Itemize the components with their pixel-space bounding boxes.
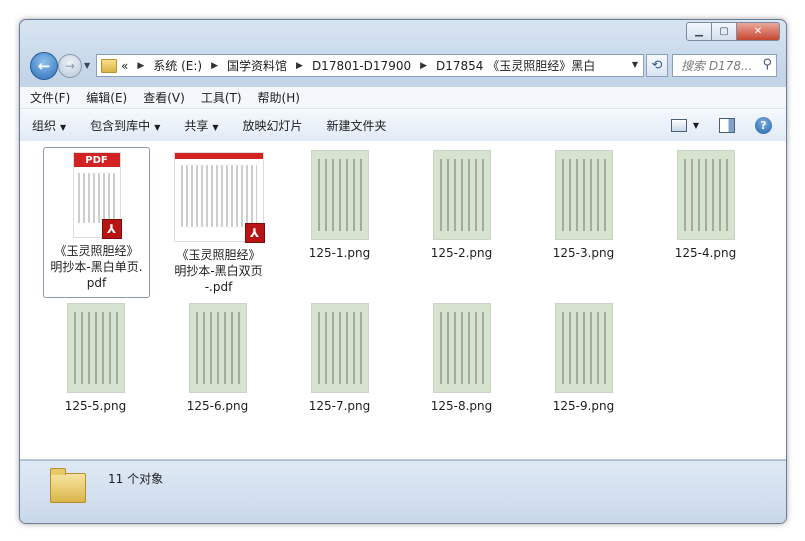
image-thumbnail xyxy=(554,303,613,393)
file-item-png[interactable]: 125-4.png xyxy=(653,150,758,261)
image-thumbnail xyxy=(310,150,369,240)
details-pane: 11 个对象 xyxy=(20,460,786,523)
chevron-down-icon: ▼ xyxy=(154,122,161,132)
chevron-right-icon[interactable]: ▶ xyxy=(211,61,218,71)
search-box[interactable]: 搜索 D178... ⚲ xyxy=(672,54,777,77)
file-item-pdf-single[interactable]: PDF ⅄ 《玉灵照胆经》 明抄本-黑白单页. pdf xyxy=(43,147,150,298)
file-name: 125-1.png xyxy=(308,246,371,260)
help-icon[interactable]: ? xyxy=(755,116,772,134)
maximize-button[interactable]: ▢ xyxy=(712,22,737,41)
image-thumbnail xyxy=(188,303,247,393)
address-bar[interactable]: « ▶ 系统 (E:) ▶ 国学资料馆 ▶ D17801-D17900 ▶ D1… xyxy=(96,54,644,77)
view-dropdown-icon[interactable]: ▼ xyxy=(693,121,699,130)
file-list[interactable]: PDF ⅄ 《玉灵照胆经》 明抄本-黑白单页. pdf ⅄ 《玉灵照胆经》 明抄… xyxy=(20,141,786,459)
image-thumbnail xyxy=(66,303,125,393)
chevron-right-icon[interactable]: ▶ xyxy=(296,61,303,71)
back-button[interactable]: ← xyxy=(30,52,58,80)
folder-icon xyxy=(101,58,117,73)
change-view-icon[interactable] xyxy=(670,118,687,132)
menu-edit[interactable]: 编辑(E) xyxy=(86,89,127,106)
file-name: 125-5.png xyxy=(64,399,127,413)
file-item-png[interactable]: 125-5.png xyxy=(43,303,148,414)
preview-pane-icon[interactable] xyxy=(719,117,735,133)
file-name: 125-3.png xyxy=(552,246,615,260)
file-item-png[interactable]: 125-1.png xyxy=(287,150,392,261)
menu-bar: 文件(F) 编辑(E) 查看(V) 工具(T) 帮助(H) xyxy=(20,86,786,108)
file-name: 125-6.png xyxy=(186,399,249,413)
command-bar: 组织 ▼ 包含到库中 ▼ 共享 ▼ 放映幻灯片 新建文件夹 ▼ ? xyxy=(20,108,786,142)
file-item-png[interactable]: 125-3.png xyxy=(531,150,636,261)
breadcrumb-current[interactable]: D17854 《玉灵照胆经》黑白 xyxy=(436,57,595,74)
breadcrumb-drive[interactable]: 系统 (E:) xyxy=(153,57,202,74)
file-name: 《玉灵照胆经》 明抄本-黑白双页 -.pdf xyxy=(174,248,263,294)
pdf-thumbnail: ⅄ xyxy=(173,152,265,243)
file-item-pdf-double[interactable]: ⅄ 《玉灵照胆经》 明抄本-黑白双页 -.pdf xyxy=(166,148,271,295)
minimize-button[interactable]: ▁ xyxy=(686,22,712,41)
chevron-down-icon: ▼ xyxy=(212,122,219,132)
menu-tools[interactable]: 工具(T) xyxy=(201,89,242,106)
file-item-png[interactable]: 125-9.png xyxy=(531,303,636,414)
caption-buttons: ▁ ▢ ✕ xyxy=(686,22,780,41)
menu-help[interactable]: 帮助(H) xyxy=(258,89,300,106)
recent-pages-dropdown[interactable]: ▼ xyxy=(84,61,90,70)
share-label: 共享 xyxy=(184,118,209,133)
item-count: 11 个对象 xyxy=(108,472,164,486)
include-library-button[interactable]: 包含到库中 ▼ xyxy=(90,117,160,134)
slideshow-label: 放映幻灯片 xyxy=(242,118,303,133)
image-thumbnail xyxy=(432,150,491,240)
image-thumbnail xyxy=(432,303,491,393)
breadcrumb-library[interactable]: 国学资料馆 xyxy=(227,57,287,74)
pdf-thumbnail: PDF ⅄ xyxy=(72,152,122,239)
navigation-bar: ← → ▼ « ▶ 系统 (E:) ▶ 国学资料馆 ▶ D17801-D1790… xyxy=(20,48,786,82)
search-icon[interactable]: ⚲ xyxy=(762,57,772,72)
search-input[interactable]: 搜索 D178... xyxy=(681,57,755,74)
breadcrumb-overflow[interactable]: « xyxy=(121,59,128,73)
file-name: 125-7.png xyxy=(308,399,371,413)
chevron-right-icon[interactable]: ▶ xyxy=(137,61,144,71)
chevron-right-icon[interactable]: ▶ xyxy=(420,61,427,71)
new-folder-label: 新建文件夹 xyxy=(326,118,387,133)
forward-button[interactable]: → xyxy=(58,54,82,78)
acrobat-icon: ⅄ xyxy=(101,219,122,239)
address-dropdown-icon[interactable]: ▼ xyxy=(632,60,638,69)
explorer-window: ▁ ▢ ✕ ← → ▼ « ▶ 系统 (E:) ▶ 国学资料馆 ▶ D17801… xyxy=(19,19,787,524)
organize-button[interactable]: 组织 ▼ xyxy=(32,117,66,134)
image-thumbnail xyxy=(554,150,613,240)
image-thumbnail xyxy=(310,303,369,393)
file-item-png[interactable]: 125-2.png xyxy=(409,150,514,261)
breadcrumb-range[interactable]: D17801-D17900 xyxy=(312,59,411,73)
folder-icon xyxy=(50,468,86,503)
file-name: 125-2.png xyxy=(430,246,493,260)
file-name: 125-9.png xyxy=(552,399,615,413)
share-button[interactable]: 共享 ▼ xyxy=(184,117,218,134)
slideshow-button[interactable]: 放映幻灯片 xyxy=(243,117,303,134)
file-item-png[interactable]: 125-7.png xyxy=(287,303,392,414)
new-folder-button[interactable]: 新建文件夹 xyxy=(327,117,387,134)
organize-label: 组织 xyxy=(32,118,57,133)
pdf-badge: PDF xyxy=(73,153,120,167)
file-item-png[interactable]: 125-8.png xyxy=(409,303,514,414)
include-library-label: 包含到库中 xyxy=(90,118,151,133)
file-name: 《玉灵照胆经》 明抄本-黑白单页. pdf xyxy=(50,244,143,290)
file-name: 125-4.png xyxy=(674,246,737,260)
refresh-button[interactable]: ⟲ xyxy=(646,54,668,77)
acrobat-icon: ⅄ xyxy=(244,223,265,243)
menu-view[interactable]: 查看(V) xyxy=(143,89,185,106)
image-thumbnail xyxy=(676,150,735,240)
menu-file[interactable]: 文件(F) xyxy=(30,89,70,106)
chevron-down-icon: ▼ xyxy=(60,122,67,132)
file-name: 125-8.png xyxy=(430,399,493,413)
file-item-png[interactable]: 125-6.png xyxy=(165,303,270,414)
close-button[interactable]: ✕ xyxy=(737,22,780,41)
